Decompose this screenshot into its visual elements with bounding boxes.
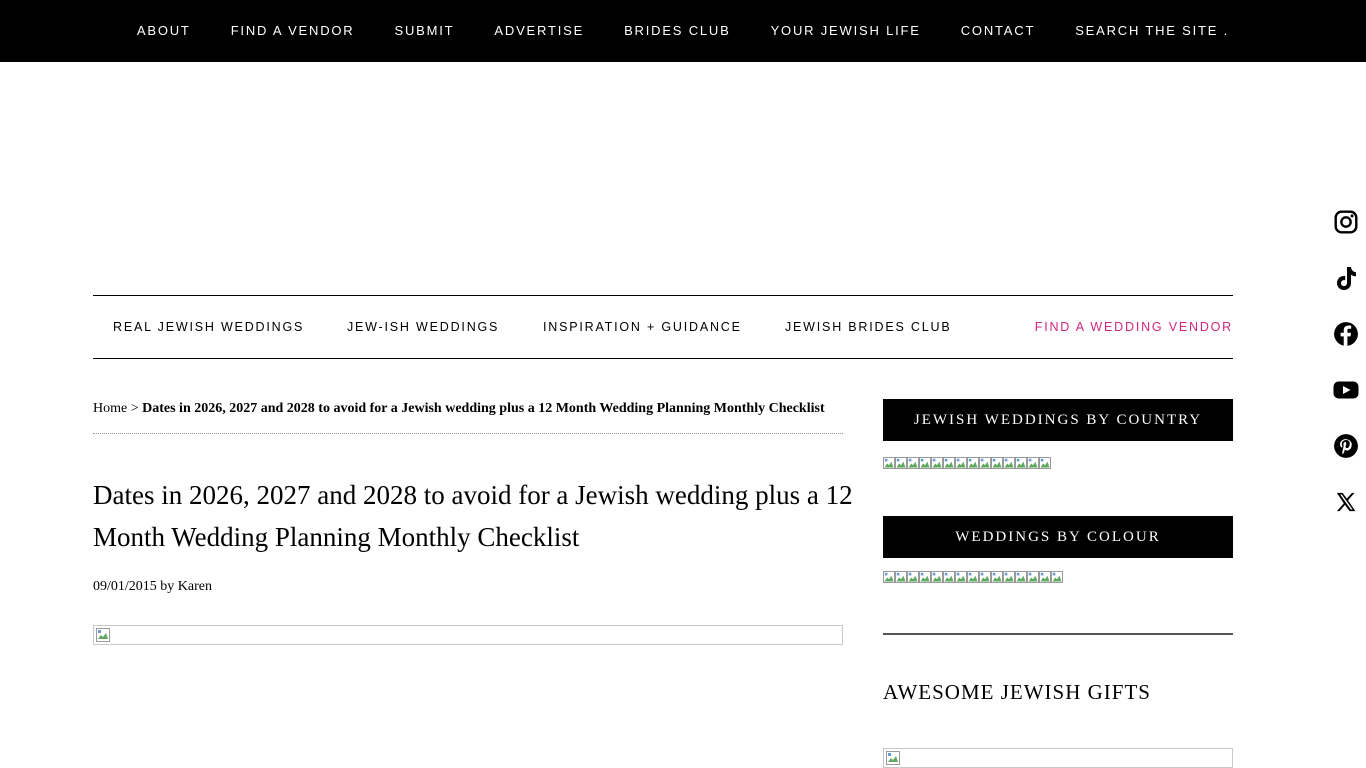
post-author-link[interactable]: Karen (178, 579, 212, 594)
country-flag-link[interactable] (919, 456, 931, 469)
secondary-nav: REAL JEWISH WEDDINGS JEW-ISH WEDDINGS IN… (93, 295, 1233, 359)
post-featured-image (93, 625, 843, 645)
country-flags-row (883, 456, 1051, 469)
breadcrumb-home-link[interactable]: Home (93, 401, 127, 416)
top-nav-brides-club[interactable]: BRIDES CLUB (604, 0, 751, 62)
gifts-image[interactable] (883, 748, 1233, 768)
country-flag-link[interactable] (1015, 456, 1027, 469)
top-nav-find-a-vendor[interactable]: FIND A VENDOR (211, 0, 375, 62)
top-nav-search[interactable]: SEARCH THE SITE . (1055, 0, 1249, 62)
top-nav-submit[interactable]: SUBMIT (375, 0, 475, 62)
tiktok-icon[interactable] (1330, 262, 1362, 294)
breadcrumb-current: Dates in 2026, 2027 and 2028 to avoid fo… (142, 401, 825, 416)
country-flag-link[interactable] (991, 456, 1003, 469)
colour-swatch-link[interactable] (919, 570, 931, 583)
x-icon[interactable] (1330, 486, 1362, 518)
colour-swatch-link[interactable] (1027, 570, 1039, 583)
colour-swatch-link[interactable] (931, 570, 943, 583)
sidebar-divider (883, 633, 1233, 635)
country-flag-link[interactable] (907, 456, 919, 469)
sidebar-country-heading: JEWISH WEDDINGS BY COUNTRY (883, 399, 1233, 441)
facebook-icon[interactable] (1330, 318, 1362, 350)
colour-swatch-link[interactable] (967, 570, 979, 583)
page-title: Dates in 2026, 2027 and 2028 to avoid fo… (93, 480, 853, 552)
top-nav: ABOUT FIND A VENDOR SUBMIT ADVERTISE BRI… (0, 0, 1366, 62)
country-flag-link[interactable] (979, 456, 991, 469)
colour-swatch-link[interactable] (1051, 570, 1063, 583)
colour-swatches-row (883, 570, 1063, 583)
nav-find-a-wedding-vendor[interactable]: FIND A WEDDING VENDOR (1035, 320, 1233, 334)
colour-swatch-link[interactable] (979, 570, 991, 583)
instagram-icon[interactable] (1330, 206, 1362, 238)
top-nav-your-jewish-life[interactable]: YOUR JEWISH LIFE (751, 0, 941, 62)
post-meta: 09/01/2015 by Karen (93, 578, 212, 596)
colour-swatch-link[interactable] (1039, 570, 1051, 583)
country-flag-link[interactable] (1027, 456, 1039, 469)
country-flag-link[interactable] (1039, 456, 1051, 469)
colour-swatch-link[interactable] (907, 570, 919, 583)
nav-real-jewish-weddings[interactable]: REAL JEWISH WEDDINGS (113, 320, 304, 334)
country-flag-link[interactable] (931, 456, 943, 469)
colour-swatch-link[interactable] (1015, 570, 1027, 583)
nav-jew-ish-weddings[interactable]: JEW-ISH WEDDINGS (347, 320, 499, 334)
sidebar-colour-heading: WEDDINGS BY COLOUR (883, 516, 1233, 558)
country-flag-link[interactable] (883, 456, 895, 469)
colour-swatch-link[interactable] (943, 570, 955, 583)
country-flag-link[interactable] (895, 456, 907, 469)
pinterest-icon[interactable] (1330, 430, 1362, 462)
colour-swatch-link[interactable] (991, 570, 1003, 583)
broken-image-icon (96, 628, 110, 642)
nav-inspiration-guidance[interactable]: INSPIRATION + GUIDANCE (543, 320, 742, 334)
top-nav-about[interactable]: ABOUT (117, 0, 211, 62)
country-flag-link[interactable] (955, 456, 967, 469)
post-date: 09/01/2015 (93, 579, 157, 594)
colour-swatch-link[interactable] (955, 570, 967, 583)
country-flag-link[interactable] (1003, 456, 1015, 469)
nav-jewish-brides-club[interactable]: JEWISH BRIDES CLUB (785, 320, 951, 334)
sidebar-gifts-title: AWESOME JEWISH GIFTS (883, 680, 1151, 704)
top-nav-advertise[interactable]: ADVERTISE (474, 0, 604, 62)
colour-swatch-link[interactable] (1003, 570, 1015, 583)
post-by: by (160, 579, 175, 594)
broken-image-icon (886, 751, 900, 765)
country-flag-link[interactable] (967, 456, 979, 469)
youtube-icon[interactable] (1330, 374, 1362, 406)
breadcrumb-separator: > (127, 401, 143, 416)
breadcrumb: Home > Dates in 2026, 2027 and 2028 to a… (93, 400, 843, 434)
country-flag-link[interactable] (943, 456, 955, 469)
top-nav-contact[interactable]: CONTACT (941, 0, 1055, 62)
colour-swatch-link[interactable] (883, 570, 895, 583)
colour-swatch-link[interactable] (895, 570, 907, 583)
